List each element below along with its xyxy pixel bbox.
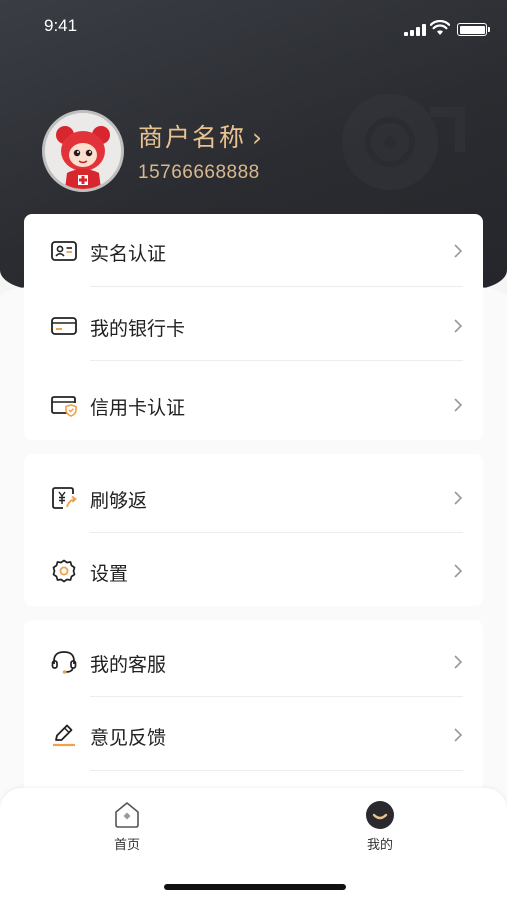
merchant-name-link[interactable]: 商户名称 › [138,118,264,154]
wifi-icon [430,20,450,35]
menu-item-label: 实名认证 [90,243,167,265]
chevron-right-icon [454,728,463,742]
yuan-cashback-icon [52,487,77,509]
headset-icon [51,651,77,674]
chevron-right-icon [454,398,463,412]
menu-card-services: 刷够返 设置 [24,454,483,606]
profile-face-icon [366,801,394,829]
menu-item-label: 刷够返 [90,490,148,512]
avatar[interactable] [42,110,124,192]
merchant-phone: 15766668888 [138,162,260,183]
divider [90,360,463,361]
bank-card-icon [51,317,77,335]
mascot-avatar-icon [45,113,121,189]
menu-item-label: 信用卡认证 [90,397,186,419]
menu-item-label: 意见反馈 [90,727,167,749]
status-bar: 9:41 [0,0,507,56]
menu-item-label: 设置 [90,563,129,585]
menu-item-real-name-auth[interactable]: 实名认证 [24,221,483,281]
home-indicator[interactable] [164,884,346,890]
tab-label: 我的 [366,838,393,853]
chevron-right-icon [454,319,463,333]
menu-item-settings[interactable]: 设置 [24,541,483,601]
chevron-right-icon [454,564,463,578]
gear-icon [52,559,76,583]
id-card-icon [51,241,77,261]
menu-item-label: 我的银行卡 [90,318,186,340]
bottom-tab-bar: 首页 我的 [0,788,507,900]
menu-item-customer-service[interactable]: 我的客服 [24,632,483,692]
credit-card-shield-icon [51,396,77,417]
status-time: 9:41 [44,16,78,35]
divider [90,696,463,697]
home-icon [115,802,139,828]
chevron-right-icon: › [252,123,265,152]
chevron-right-icon [454,244,463,258]
pen-feedback-icon [53,724,75,747]
menu-card-account: 实名认证 我的银行卡 信用卡认证 [24,214,483,440]
menu-item-bank-card[interactable]: 我的银行卡 [24,296,483,356]
divider [90,286,463,287]
menu-item-cashback[interactable]: 刷够返 [24,468,483,528]
menu-item-feedback[interactable]: 意见反馈 [24,705,483,765]
signal-icon [404,24,426,36]
divider [90,770,463,771]
divider [90,532,463,533]
tab-label: 首页 [113,838,140,853]
tab-home[interactable]: 首页 [87,800,167,860]
menu-item-credit-card-auth[interactable]: 信用卡认证 [24,375,483,435]
battery-icon [457,23,490,36]
tab-mine[interactable]: 我的 [340,800,420,860]
chevron-right-icon [454,491,463,505]
watermark-logo-icon [342,94,465,190]
merchant-name: 商户名称 [138,123,247,152]
menu-item-label: 我的客服 [90,654,167,676]
chevron-right-icon [454,655,463,669]
